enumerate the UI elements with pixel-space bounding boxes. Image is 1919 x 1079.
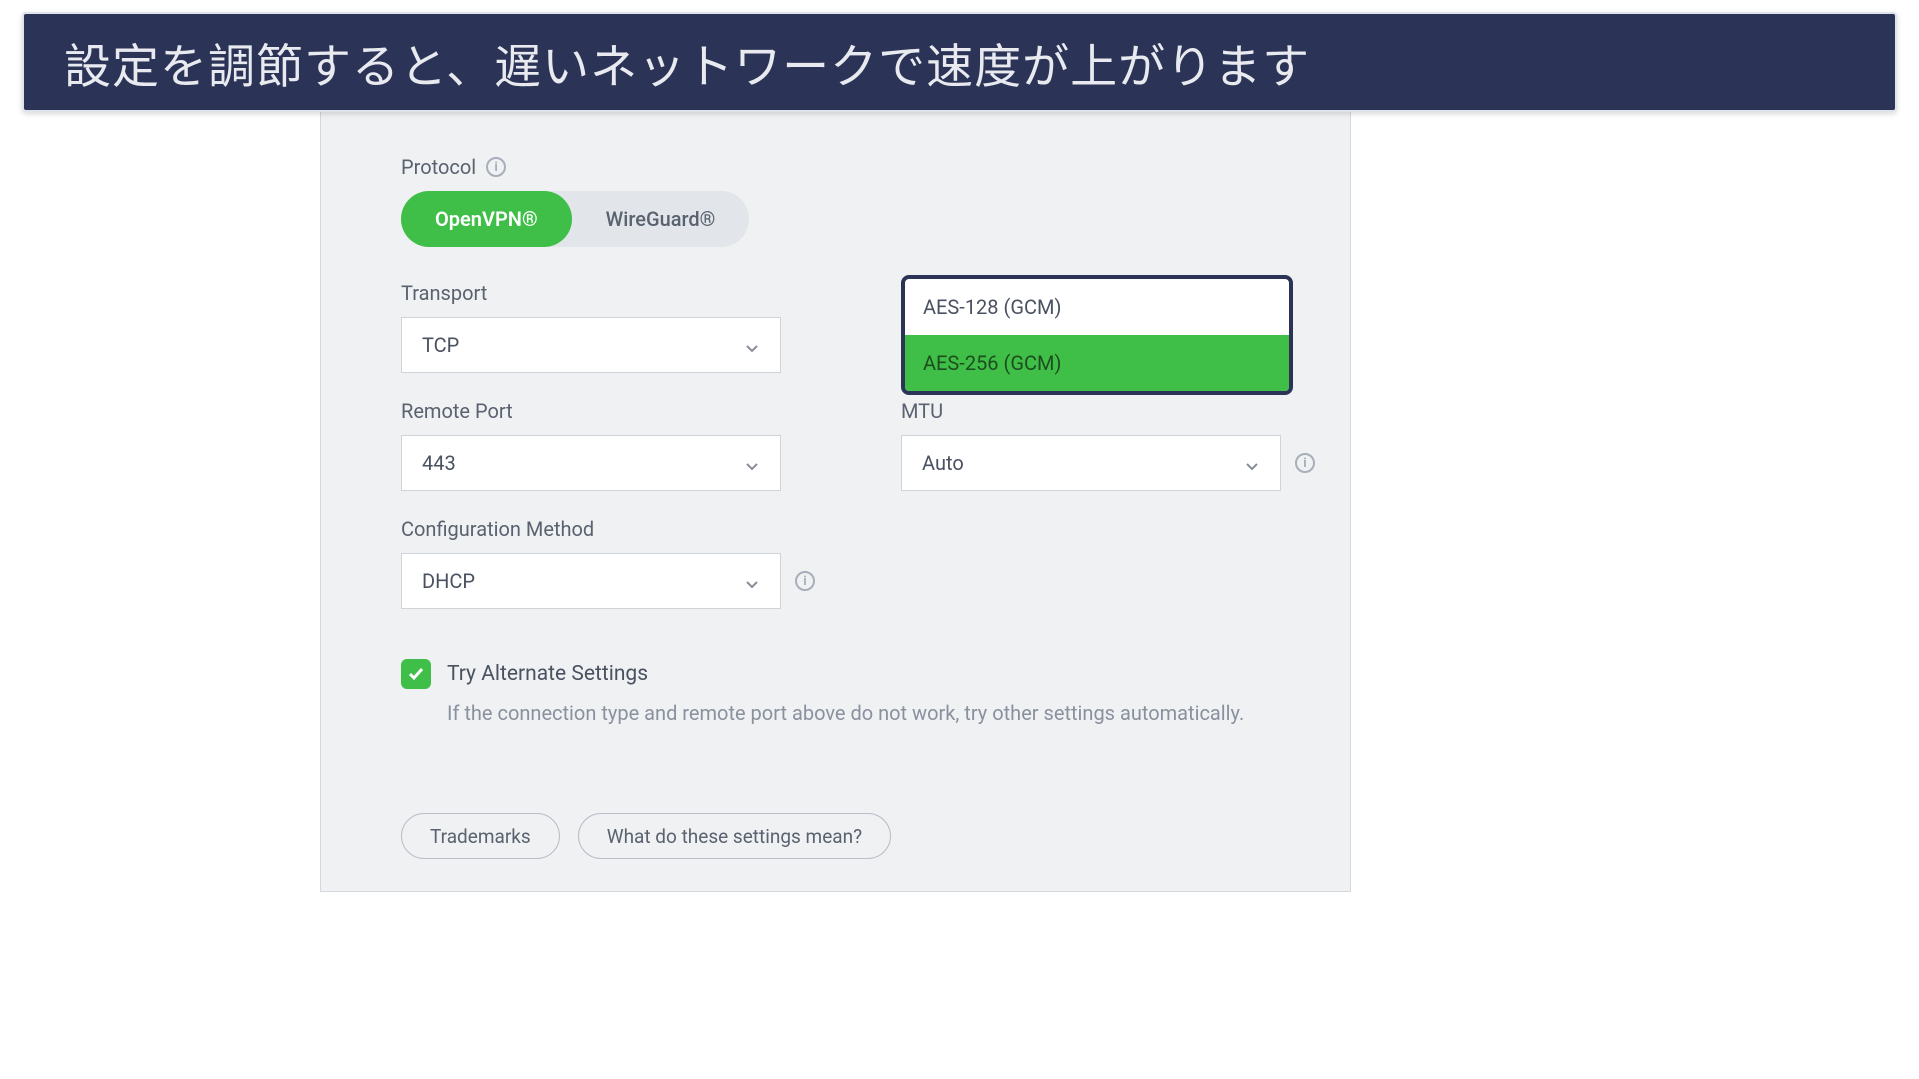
mtu-label: MTU: [901, 399, 1281, 423]
settings-panel: Protocol i OpenVPN® WireGuard® Transport…: [320, 66, 1351, 892]
info-icon[interactable]: i: [486, 157, 506, 177]
alternate-settings-row: Try Alternate Settings: [401, 659, 1290, 689]
remote-port-select[interactable]: 443: [401, 435, 781, 491]
mtu-select[interactable]: Auto: [901, 435, 1281, 491]
remote-port-value: 443: [422, 451, 456, 475]
config-method-value: DHCP: [422, 569, 475, 593]
mtu-value: Auto: [922, 451, 964, 475]
transport-select[interactable]: TCP: [401, 317, 781, 373]
chevron-down-icon: [744, 337, 760, 353]
footer-buttons: Trademarks What do these settings mean?: [401, 813, 891, 859]
encryption-option-aes256[interactable]: AES-256 (GCM): [905, 335, 1289, 391]
protocol-label: Protocol: [401, 155, 476, 179]
instruction-banner: 設定を調節すると、遅いネットワークで速度が上がります: [22, 12, 1897, 112]
config-method-label: Configuration Method: [401, 517, 781, 541]
config-method-select[interactable]: DHCP: [401, 553, 781, 609]
protocol-option-openvpn[interactable]: OpenVPN®: [401, 191, 572, 247]
transport-label: Transport: [401, 281, 781, 305]
settings-help-button[interactable]: What do these settings mean?: [578, 813, 891, 859]
encryption-option-aes128[interactable]: AES-128 (GCM): [905, 279, 1289, 335]
trademarks-button[interactable]: Trademarks: [401, 813, 560, 859]
chevron-down-icon: [744, 455, 760, 471]
remote-port-label: Remote Port: [401, 399, 781, 423]
info-icon[interactable]: i: [1295, 453, 1315, 473]
alternate-settings-label: Try Alternate Settings: [447, 662, 648, 686]
banner-text: 設定を調節すると、遅いネットワークで速度が上がります: [64, 28, 1310, 97]
info-icon[interactable]: i: [795, 571, 815, 591]
alternate-settings-checkbox[interactable]: [401, 659, 431, 689]
transport-value: TCP: [422, 333, 459, 357]
protocol-label-row: Protocol i: [401, 155, 1290, 179]
encryption-dropdown: AES-128 (GCM) AES-256 (GCM): [901, 275, 1293, 395]
protocol-toggle: OpenVPN® WireGuard®: [401, 191, 749, 247]
chevron-down-icon: [1244, 455, 1260, 471]
protocol-option-wireguard[interactable]: WireGuard®: [572, 191, 750, 247]
alternate-settings-description: If the connection type and remote port a…: [447, 701, 1290, 725]
chevron-down-icon: [744, 573, 760, 589]
